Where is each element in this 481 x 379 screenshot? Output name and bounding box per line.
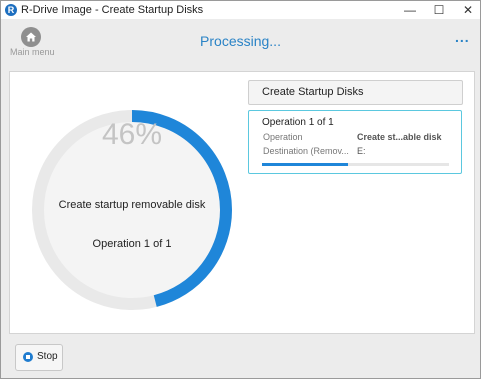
title-bar: R R-Drive Image - Create Startup Disks —… [1, 1, 480, 19]
status-title: Processing... [200, 33, 281, 49]
footer-bar: Stop [1, 334, 480, 378]
stop-label: Stop [37, 351, 58, 362]
task-title: Create Startup Disks [262, 86, 364, 98]
maximize-button[interactable]: ☐ [425, 1, 453, 19]
progress-percent: 46% [101, 118, 163, 151]
minimize-button[interactable]: — [396, 1, 424, 19]
task-header: Create Startup Disks [248, 80, 463, 105]
stop-icon [23, 352, 33, 362]
header-bar: Main menu Processing... ... [1, 19, 480, 63]
app-logo-icon: R [5, 4, 17, 16]
progress-description: Create startup removable disk [58, 199, 206, 211]
progress-operation-count: Operation 1 of 1 [92, 238, 172, 250]
operation-card-title: Operation 1 of 1 [262, 117, 334, 128]
operation-card[interactable]: Operation 1 of 1 Operation Create st...a… [248, 110, 462, 174]
destination-label: Destination (Remov... [263, 146, 349, 156]
more-options-button[interactable]: ... [455, 29, 470, 45]
window-title: R-Drive Image - Create Startup Disks [21, 4, 204, 16]
destination-value: E: [357, 146, 366, 156]
operation-label: Operation [263, 132, 303, 142]
operation-value: Create st...able disk [357, 132, 442, 142]
close-button[interactable]: ✕ [454, 1, 481, 19]
operation-progress-fill [262, 163, 349, 166]
main-panel: 46% Create startup removable disk Operat… [9, 71, 475, 334]
stop-button[interactable]: Stop [15, 344, 63, 371]
app-window: R R-Drive Image - Create Startup Disks —… [0, 0, 481, 379]
operation-progress-bar [262, 163, 449, 166]
